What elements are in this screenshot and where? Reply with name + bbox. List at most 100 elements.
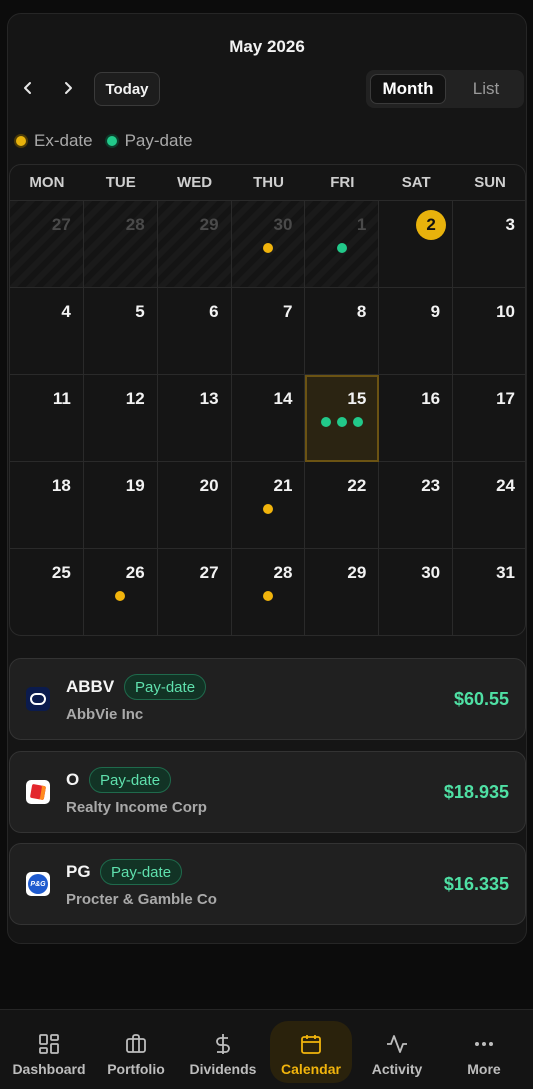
day-cell[interactable]: 1 [305,201,380,288]
day-cell[interactable]: 28 [232,549,306,635]
pay-date-badge: Pay-date [124,674,207,700]
day-cell[interactable]: 14 [231,375,306,462]
more-icon [471,1031,497,1057]
event-dots [84,591,157,601]
legend-pay-label: Pay-date [124,131,193,150]
weekday-wed: WED [177,174,213,191]
weekday-tue: TUE [105,174,136,191]
day-number: 4 [61,302,71,321]
day-cell[interactable]: 16 [379,375,454,462]
day-number: 19 [125,476,145,495]
chevron-left-icon [24,82,31,94]
day-cell[interactable]: 8 [305,288,380,375]
day-cell[interactable]: 30 [379,549,454,635]
list-view-button[interactable]: List [454,74,518,104]
event-dots [232,504,305,514]
day-cell[interactable]: 11 [10,375,84,462]
tab-calendar[interactable]: Calendar [270,1021,352,1083]
day-cell[interactable]: 10 [453,288,525,375]
day-number: 6 [209,302,219,321]
company-name: Procter & Gamble Co [66,891,217,908]
day-number: 20 [199,476,219,495]
day-cell[interactable]: 29 [305,549,380,635]
day-number: 29 [347,563,367,582]
event-card-o[interactable]: O Pay-date Realty Income Corp $18.935 [9,751,526,833]
next-month-button[interactable] [56,76,80,100]
tab-dividends[interactable]: Dividends [183,1021,263,1081]
day-number: 11 [52,389,71,408]
event-dots [232,243,305,253]
day-cell[interactable]: 6 [157,288,232,375]
briefcase-icon [123,1031,149,1057]
tab-more[interactable]: More [444,1021,524,1081]
day-cell[interactable]: 2 [379,201,454,288]
day-cell[interactable]: 15 [305,375,380,462]
day-cell[interactable]: 23 [379,462,454,549]
day-cell[interactable]: 27 [10,201,84,288]
day-cell[interactable]: 27 [158,549,232,635]
day-number: 13 [199,389,219,408]
tab-portfolio[interactable]: Portfolio [96,1021,176,1081]
day-cell[interactable]: 25 [10,549,84,635]
day-number: 28 [273,563,293,582]
day-number: 10 [496,302,515,321]
tab-activity[interactable]: Activity [357,1021,437,1081]
ex-date-dot-icon [262,243,273,253]
day-number: 31 [496,563,515,582]
day-cell[interactable]: 22 [305,462,380,549]
day-number: 27 [199,563,219,582]
tab-label: Portfolio [107,1061,165,1077]
legend-ex-date: Ex-date [16,131,93,151]
day-cell[interactable]: 12 [83,375,158,462]
day-cell[interactable]: 29 [157,201,232,288]
tab-label: More [467,1061,501,1077]
day-cell[interactable]: 28 [83,201,158,288]
event-card-abbv[interactable]: ABBV Pay-date AbbVie Inc $60.55 [9,658,526,740]
ex-date-dot-icon [115,591,126,601]
calendar-card: May 2026 Today Month List Ex-date Pay-da… [7,13,527,944]
pay-date-dot-icon [106,136,117,146]
day-cell[interactable]: 26 [84,549,158,635]
dividend-amount: $18.935 [443,782,509,802]
day-number: 29 [199,215,219,234]
ticker: O [66,770,80,789]
day-cell[interactable]: 9 [379,288,454,375]
event-dots [305,417,378,427]
pay-date-badge: Pay-date [100,859,183,885]
month-grid: MON TUE WED THU FRI SAT SUN 27 28 29 30 1 2 3 4 5 6 7 8 9 1… [9,164,526,636]
day-number: 16 [421,389,441,408]
day-number: 27 [51,215,71,234]
dividend-amount: $16.335 [443,874,509,894]
month-title: May 2026 [229,37,305,56]
month-view-button[interactable]: Month [370,74,446,104]
day-cell[interactable]: 24 [453,462,525,549]
event-card-pg[interactable]: P&G PG Pay-date Procter & Gamble Co $16.335 [9,843,526,925]
ex-date-dot-icon [262,504,273,514]
day-cell[interactable]: 13 [157,375,232,462]
day-number: 18 [51,476,71,495]
tab-label: Dividends [189,1061,257,1077]
day-cell[interactable]: 31 [453,549,525,635]
day-cell[interactable]: 30 [231,201,306,288]
weekday-fri: FRI [330,174,355,191]
day-cell[interactable]: 18 [10,462,84,549]
day-number: 24 [496,476,515,495]
dollar-icon [210,1031,236,1057]
tab-dashboard[interactable]: Dashboard [9,1021,89,1081]
day-cell[interactable]: 20 [157,462,232,549]
day-cell[interactable]: 3 [453,201,525,288]
day-cell[interactable]: 4 [10,288,84,375]
day-cell[interactable]: 5 [83,288,158,375]
event-dots [305,243,378,253]
day-cell[interactable]: 19 [83,462,158,549]
calendar-icon [298,1031,324,1057]
weekday-header: MON TUE WED THU FRI SAT SUN [10,165,525,201]
day-cell[interactable]: 21 [231,462,306,549]
today-button[interactable]: Today [94,72,160,106]
day-number: 9 [430,302,441,321]
day-cell[interactable]: 7 [231,288,306,375]
day-cell[interactable]: 17 [453,375,525,462]
event-dots [232,591,305,601]
prev-month-button[interactable] [16,76,40,100]
weekday-sun: SUN [474,174,506,191]
